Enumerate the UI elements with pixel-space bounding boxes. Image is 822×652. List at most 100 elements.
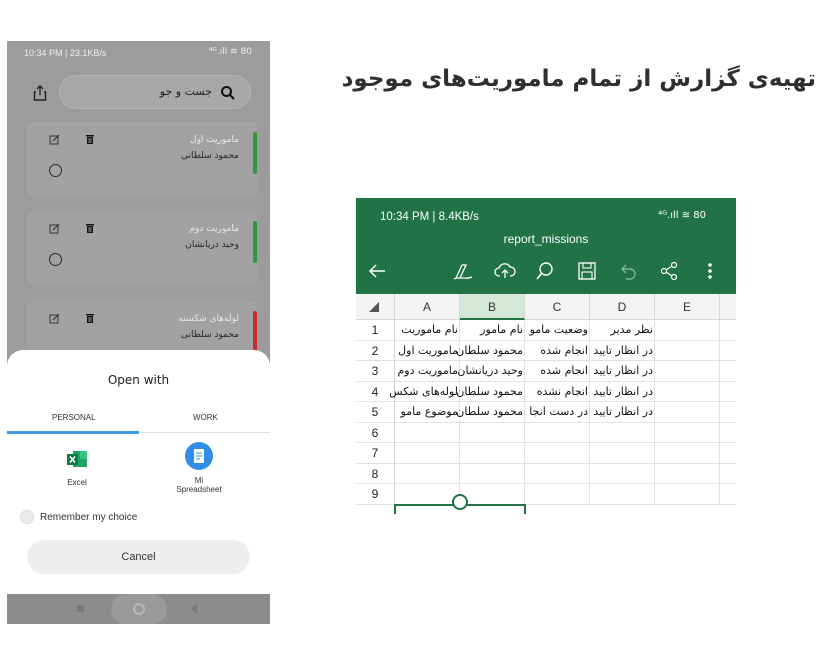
column-header-a[interactable]: A [395, 294, 460, 320]
table-cell[interactable]: نظر مدیر [590, 320, 655, 341]
cloud-upload-icon[interactable] [494, 260, 516, 282]
table-cell[interactable]: انجام شده [525, 361, 590, 382]
table-cell[interactable]: ماموریت اول [395, 340, 460, 361]
draw-pen-icon[interactable] [452, 260, 474, 282]
table-cell[interactable] [720, 320, 736, 341]
edit-icon[interactable] [49, 134, 60, 145]
column-header-e[interactable]: E [655, 294, 720, 320]
table-cell[interactable] [720, 341, 736, 361]
mission-card[interactable]: ماموریت اول محمود سلطانی [27, 122, 257, 196]
undo-icon[interactable] [616, 260, 638, 282]
row-header[interactable]: 8 [356, 463, 395, 484]
table-cell[interactable] [655, 402, 720, 423]
radio-circle-icon[interactable] [49, 164, 62, 177]
table-cell[interactable]: در انظار تایید [590, 381, 655, 402]
table-cell[interactable]: لوله‌های شکس [389, 381, 460, 402]
table-cell[interactable]: ماموریت دوم [395, 361, 460, 382]
table-cell[interactable] [460, 463, 525, 484]
search-input[interactable]: جست و جو [59, 75, 251, 109]
table-cell[interactable] [655, 484, 720, 505]
table-cell[interactable] [655, 381, 720, 402]
table-cell[interactable]: انجام شده [525, 340, 590, 361]
table-cell[interactable]: انجام نشده [525, 381, 590, 402]
table-cell[interactable]: نام ماموریت [395, 320, 460, 341]
column-header-b[interactable]: B [460, 294, 525, 320]
table-cell[interactable] [460, 484, 525, 505]
table-cell[interactable]: محمود سلطان [456, 381, 525, 402]
table-cell[interactable]: نام مامور [460, 320, 525, 341]
table-cell[interactable]: در انظار تایید [590, 402, 655, 423]
table-cell[interactable] [525, 443, 590, 464]
more-options-icon[interactable] [699, 260, 721, 282]
selection-handle[interactable] [452, 494, 468, 510]
table-cell[interactable] [590, 463, 655, 484]
table-cell[interactable] [525, 463, 590, 484]
table-cell[interactable]: محمود سلطان [456, 340, 525, 361]
table-cell[interactable] [720, 423, 736, 443]
table-cell[interactable] [525, 422, 590, 443]
table-cell[interactable]: وحید دریانشان [457, 361, 525, 382]
table-cell[interactable] [590, 443, 655, 464]
table-cell[interactable] [720, 443, 736, 464]
search-icon[interactable] [534, 260, 556, 282]
table-cell[interactable] [395, 422, 460, 443]
home-icon[interactable] [133, 603, 145, 615]
back-icon[interactable] [190, 604, 198, 614]
edit-icon[interactable] [49, 223, 60, 234]
column-header-d[interactable]: D [590, 294, 655, 320]
tab-personal[interactable]: PERSONAL [52, 413, 96, 422]
row-header[interactable]: 2 [356, 340, 395, 361]
table-cell[interactable]: وضعیت مامو [525, 320, 590, 341]
edit-icon[interactable] [49, 313, 60, 324]
table-cell[interactable] [395, 484, 460, 505]
table-cell[interactable] [655, 443, 720, 464]
table-cell[interactable]: در انظار تایید [590, 340, 655, 361]
column-header-f[interactable] [720, 294, 736, 320]
table-cell[interactable] [720, 464, 736, 484]
table-cell[interactable] [655, 422, 720, 443]
trash-icon[interactable] [85, 223, 95, 234]
tab-work[interactable]: WORK [193, 413, 218, 422]
table-cell[interactable] [395, 463, 460, 484]
remember-choice[interactable]: Remember my choice [20, 510, 137, 524]
table-cell[interactable] [720, 382, 736, 402]
table-cell[interactable] [590, 484, 655, 505]
table-cell[interactable] [525, 484, 590, 505]
radio-circle-icon[interactable] [49, 253, 62, 266]
share-icon[interactable] [33, 85, 47, 101]
table-cell[interactable] [590, 422, 655, 443]
row-header[interactable]: 5 [356, 402, 395, 423]
row-header[interactable]: 6 [356, 422, 395, 443]
cancel-button[interactable]: Cancel [27, 540, 250, 574]
home-button-area[interactable] [111, 594, 167, 624]
save-icon[interactable] [576, 260, 598, 282]
column-header-c[interactable]: C [525, 294, 590, 320]
table-cell[interactable] [720, 484, 736, 505]
row-header[interactable]: 3 [356, 361, 395, 382]
back-arrow-icon[interactable] [366, 260, 388, 282]
table-cell[interactable] [460, 422, 525, 443]
share-icon[interactable] [658, 260, 680, 282]
table-cell[interactable] [655, 361, 720, 382]
table-cell[interactable] [720, 402, 736, 423]
table-cell[interactable]: موضوع مامو [395, 402, 460, 423]
mission-card[interactable]: ماموریت دوم وحید دریانشان [27, 211, 257, 285]
remember-checkbox[interactable] [20, 510, 34, 524]
app-excel[interactable]: Excel [47, 448, 107, 487]
recents-icon[interactable] [77, 605, 84, 612]
table-cell[interactable]: در انظار تایید [590, 361, 655, 382]
table-cell[interactable] [655, 463, 720, 484]
table-cell[interactable] [655, 320, 720, 341]
row-header[interactable]: 9 [356, 484, 395, 505]
table-cell[interactable] [720, 361, 736, 382]
trash-icon[interactable] [85, 134, 95, 145]
table-cell[interactable] [655, 340, 720, 361]
trash-icon[interactable] [85, 313, 95, 324]
row-header[interactable]: 1 [356, 320, 395, 341]
table-cell[interactable]: در دست انجا [525, 402, 590, 423]
table-cell[interactable] [460, 443, 525, 464]
row-header[interactable]: 7 [356, 443, 395, 464]
table-cell[interactable]: محمود سلطان [456, 402, 525, 423]
table-cell[interactable] [395, 443, 460, 464]
app-mi-spreadsheet[interactable]: Mi Spreadsheet [169, 442, 229, 494]
